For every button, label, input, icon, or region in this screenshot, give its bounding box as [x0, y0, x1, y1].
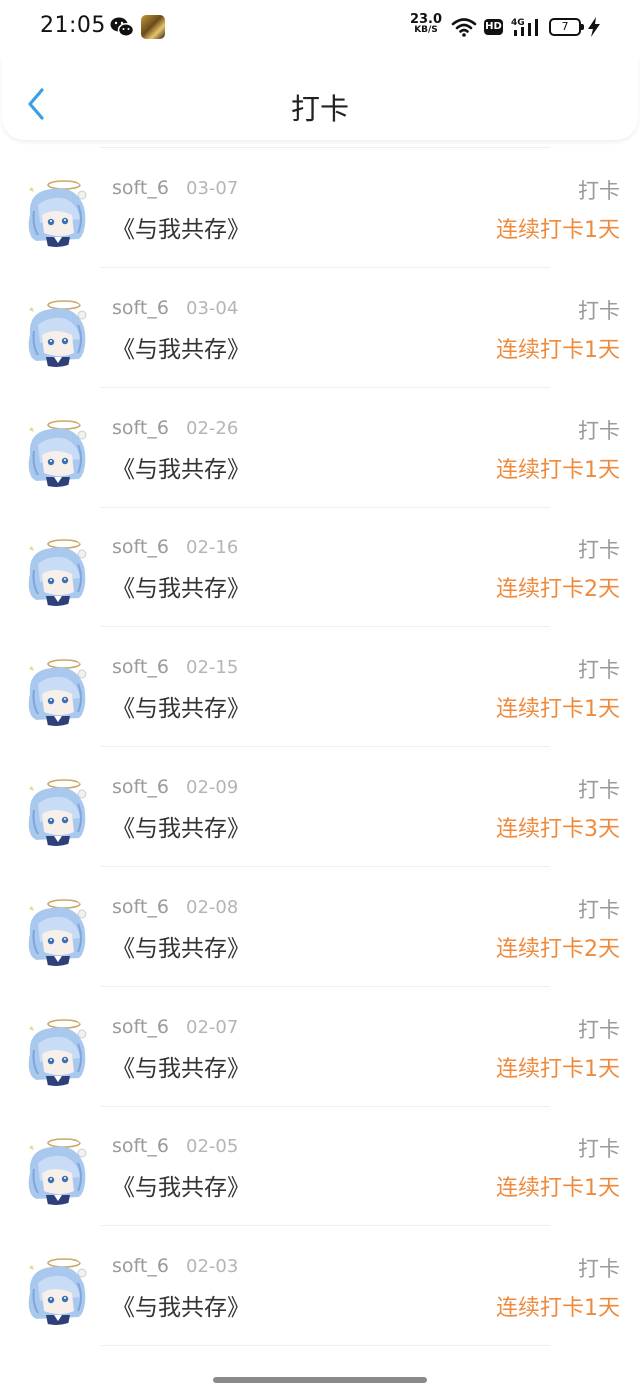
- user-name[interactable]: soft_6: [112, 536, 169, 558]
- checkin-label: 打卡: [578, 1137, 620, 1162]
- net-speed: 23.0 KB/S: [404, 12, 448, 36]
- page-title: 打卡: [290, 92, 349, 126]
- status-time: 21:05: [40, 13, 106, 38]
- streak-text: 连续打卡1天: [496, 337, 620, 363]
- checkin-label: 打卡: [578, 778, 620, 802]
- charging-icon: [588, 17, 600, 37]
- avatar[interactable]: [20, 893, 92, 966]
- home-indicator[interactable]: [213, 1377, 427, 1383]
- streak-text: 连续打卡1天: [496, 218, 620, 243]
- user-name[interactable]: soft_6: [112, 297, 169, 319]
- list-item[interactable]: soft_6 03-07 《与我共存》 打卡连续打卡1天: [0, 148, 640, 268]
- checkin-date: 02-15: [186, 657, 239, 679]
- user-name[interactable]: soft_6: [112, 177, 169, 199]
- checkin-label: 打卡: [578, 897, 620, 922]
- user-name[interactable]: soft_6: [112, 417, 169, 439]
- list-item[interactable]: soft_6 02-07 《与我共存》 打卡连续打卡1天: [0, 987, 640, 1107]
- streak-text: 连续打卡1天: [496, 1176, 620, 1202]
- streak-text: 连续打卡2天: [496, 936, 620, 962]
- hd-icon: HD: [484, 19, 503, 35]
- book-title[interactable]: 《与我共存》: [112, 210, 250, 244]
- book-title[interactable]: 《与我共存》: [112, 689, 250, 723]
- avatar[interactable]: [20, 654, 92, 727]
- list-item[interactable]: soft_6 02-08 《与我共存》 打卡连续打卡2天: [0, 867, 640, 987]
- list-item[interactable]: soft_6 02-09 《与我共存》 打卡连续打卡3天: [0, 747, 640, 867]
- book-title[interactable]: 《与我共存》: [112, 1288, 250, 1322]
- checkin-date: 02-26: [186, 417, 239, 439]
- book-title[interactable]: 《与我共存》: [112, 809, 250, 843]
- avatar[interactable]: [20, 1133, 92, 1206]
- user-name[interactable]: soft_6: [112, 896, 169, 918]
- book-title[interactable]: 《与我共存》: [112, 929, 250, 963]
- checkin-label: 打卡: [578, 418, 620, 443]
- checkin-label: 打卡: [578, 298, 620, 323]
- streak-text: 连续打卡1天: [496, 1056, 620, 1082]
- book-title[interactable]: 《与我共存》: [112, 569, 250, 603]
- status-bar: 21:05 23.0 KB/S HD 4G 7: [0, 0, 640, 56]
- streak-text: 连续打卡1天: [496, 457, 620, 483]
- signal-icon: 4G: [511, 18, 538, 36]
- checkin-label: 打卡: [578, 538, 620, 563]
- checkin-date: 02-07: [186, 1016, 239, 1038]
- checkin-label: 打卡: [578, 179, 620, 203]
- book-title[interactable]: 《与我共存》: [112, 450, 250, 484]
- checkin-date: 02-05: [186, 1136, 239, 1158]
- battery-icon: 7: [549, 18, 584, 36]
- user-name[interactable]: soft_6: [112, 1016, 169, 1038]
- streak-text: 连续打卡2天: [496, 577, 620, 603]
- list-item[interactable]: soft_6 02-15 《与我共存》 打卡连续打卡1天: [0, 627, 640, 748]
- book-title[interactable]: 《与我共存》: [112, 330, 250, 364]
- wechat-icon: [110, 17, 134, 37]
- checkin-label: 打卡: [578, 1017, 620, 1042]
- checkin-date: 02-03: [186, 1256, 239, 1278]
- avatar[interactable]: [20, 175, 92, 247]
- user-name[interactable]: soft_6: [112, 656, 169, 678]
- list-item[interactable]: soft_6 02-16 《与我共存》 打卡连续打卡2天: [0, 507, 640, 628]
- checkin-date: 03-04: [186, 297, 239, 319]
- divider: [100, 147, 550, 149]
- user-name[interactable]: soft_6: [112, 1135, 169, 1157]
- list-item[interactable]: soft_6 02-26 《与我共存》 打卡连续打卡1天: [0, 388, 640, 508]
- checkin-date: 02-16: [186, 537, 239, 559]
- avatar[interactable]: [20, 774, 92, 846]
- list-item[interactable]: soft_6 02-03 《与我共存》 打卡连续打卡1天: [0, 1226, 640, 1347]
- checkin-date: 02-08: [186, 896, 239, 918]
- streak-text: 连续打卡1天: [496, 1296, 620, 1322]
- list-item[interactable]: soft_6 02-05 《与我共存》 打卡连续打卡1天: [0, 1106, 640, 1227]
- book-title[interactable]: 《与我共存》: [112, 1168, 250, 1202]
- avatar[interactable]: [20, 1253, 92, 1326]
- nav-bar: 打卡: [2, 56, 638, 140]
- app-icon: [141, 15, 165, 39]
- user-name[interactable]: soft_6: [112, 1255, 169, 1277]
- checkin-label: 打卡: [578, 658, 620, 683]
- divider: [100, 1345, 550, 1347]
- avatar[interactable]: [20, 534, 92, 607]
- list-item[interactable]: soft_6 03-04 《与我共存》 打卡连续打卡1天: [0, 268, 640, 388]
- checkin-label: 打卡: [578, 1257, 620, 1282]
- user-name[interactable]: soft_6: [112, 776, 169, 798]
- checkin-date: 03-07: [186, 178, 239, 199]
- avatar[interactable]: [20, 1013, 92, 1086]
- checkin-date: 02-09: [186, 777, 239, 798]
- net-speed-value: 23.0: [409, 12, 443, 27]
- streak-text: 连续打卡3天: [496, 817, 620, 842]
- wifi-icon: [451, 18, 477, 37]
- book-title[interactable]: 《与我共存》: [112, 1049, 250, 1083]
- avatar[interactable]: [20, 294, 92, 367]
- signal-label: 4G: [511, 18, 525, 28]
- avatar[interactable]: [20, 414, 92, 487]
- streak-text: 连续打卡1天: [496, 697, 620, 723]
